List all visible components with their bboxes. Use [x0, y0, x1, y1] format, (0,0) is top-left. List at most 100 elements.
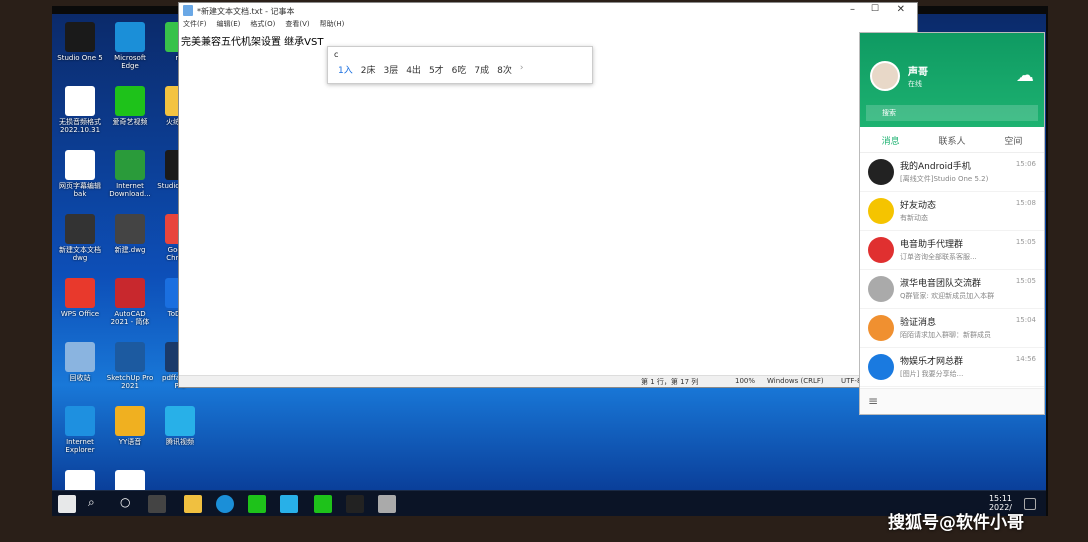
document-icon	[65, 150, 95, 180]
conversation-preview: 订单咨询全部联系客服...	[900, 253, 977, 261]
conversation-time: 15:05	[1015, 238, 1036, 246]
status-encoding: Windows (CRLF)	[767, 377, 824, 385]
edge-icon[interactable]	[216, 495, 234, 513]
qq-header: 声哥 在线 ☁ 搜索	[860, 33, 1044, 127]
desktop-icon[interactable]: 回收站	[56, 338, 104, 400]
qq-search-input[interactable]: 搜索	[866, 105, 1038, 121]
iqiyi-icon	[115, 86, 145, 116]
desktop-icon[interactable]: YY语音	[106, 402, 154, 464]
status-position: 第 1 行，第 17 列	[641, 378, 699, 386]
qq-conversation-item[interactable]: 淑华电音团队交流群 Q群管家: 欢迎新成员加入本群 15:05	[860, 270, 1044, 309]
conversation-preview: [离线文件]Studio One 5.2)	[900, 175, 989, 183]
sketchup-icon	[115, 342, 145, 372]
notification-icon[interactable]	[1024, 498, 1036, 510]
cortana-icon[interactable]: ○	[120, 495, 138, 513]
avatar[interactable]	[870, 61, 900, 91]
qq-window[interactable]: 声哥 在线 ☁ 搜索 消息 联系人 空间 我的Android手机 [离线文件]St…	[859, 32, 1045, 415]
tencent-video-icon	[165, 406, 195, 436]
ime-candidate[interactable]: 6吃	[452, 63, 467, 76]
ime-candidate[interactable]: 3层	[383, 63, 398, 76]
conversation-preview: 有新动态	[900, 214, 928, 222]
maximize-icon[interactable]: ☐	[871, 4, 879, 14]
ime-candidates: 1入 2床 3层 4出 5才 6吃 7成 8次 ›	[328, 63, 592, 76]
desktop-icon-label: Microsoft Edge	[114, 54, 146, 70]
dwg-icon[interactable]	[346, 495, 364, 513]
ime-input: c	[334, 50, 339, 59]
ime-candidate-window: c 1入 2床 3层 4出 5才 6吃 7成 8次 ›	[327, 46, 593, 84]
desktop-icon[interactable]: 网页字幕编辑 bak	[56, 146, 104, 208]
qq-conversation-item[interactable]: 电音助手代理群 订单咨询全部联系客服... 15:05	[860, 231, 1044, 270]
desktop-icon[interactable]: 无损音频格式 2022.10.31	[56, 82, 104, 144]
conversation-time: 14:56	[1015, 355, 1036, 363]
menu-file[interactable]: 文件(F)	[183, 19, 207, 31]
desktop-icon-label: Internet Explorer	[65, 438, 95, 454]
qq-username: 声哥	[908, 67, 928, 78]
desktop-icon-label: AutoCAD 2021 - 简体	[110, 310, 150, 326]
desktop-icon[interactable]: 工程图 Mod...	[106, 466, 154, 490]
conversation-preview: 陌陌请求加入群聊：新群成员	[900, 331, 991, 339]
conversation-time: 15:08	[1015, 199, 1036, 207]
conversation-time: 15:04	[1015, 316, 1036, 324]
desktop-icon[interactable]: 新版 Model (2).pdf	[56, 466, 104, 490]
desktop-icon[interactable]: SketchUp Pro 2021	[106, 338, 154, 400]
ime-candidate[interactable]: 7成	[474, 63, 489, 76]
notepad-icon[interactable]	[378, 495, 396, 513]
conversation-name: 验证消息	[900, 318, 937, 328]
desktop-icon[interactable]: Internet Download...	[106, 146, 154, 208]
notepad-titlebar[interactable]: *新建文本文档.txt - 记事本 – ☐ ✕	[179, 3, 917, 19]
qq-message-list: 我的Android手机 [离线文件]Studio One 5.2) 15:06 好友动…	[860, 153, 1044, 387]
conversation-time: 15:05	[1015, 277, 1036, 285]
chevron-right-icon[interactable]: ›	[520, 63, 524, 76]
minimize-icon[interactable]: –	[850, 4, 855, 15]
menu-help[interactable]: 帮助(H)	[320, 19, 345, 31]
desktop-icon[interactable]: AutoCAD 2021 - 简体	[106, 274, 154, 336]
desktop-icon-label: 网页字幕编辑 bak	[59, 182, 101, 198]
desktop-icon[interactable]: 新建文本文档 dwg	[56, 210, 104, 272]
desktop-icon-label: WPS Office	[60, 310, 100, 318]
iqiyi-icon[interactable]	[248, 495, 266, 513]
desktop-icon[interactable]: 腾讯视频	[156, 402, 204, 464]
clock-time: 15:11	[988, 494, 1012, 503]
desktop-icon-label: Studio One 5	[57, 54, 103, 62]
desktop-icon-label: 爱奇艺视频	[112, 118, 148, 126]
windows-start-icon[interactable]	[58, 495, 76, 513]
qq-status: 在线	[908, 80, 922, 88]
search-icon[interactable]: ⌕	[88, 495, 106, 513]
menu-format[interactable]: 格式(O)	[250, 19, 275, 31]
desktop-icon[interactable]: Internet Explorer	[56, 402, 104, 464]
tab-messages[interactable]: 消息	[860, 127, 921, 152]
qq-conversation-item[interactable]: 好友动态 有新动态 15:08	[860, 192, 1044, 231]
menu-view[interactable]: 查看(V)	[285, 19, 309, 31]
desktop-icon[interactable]: Microsoft Edge	[106, 18, 154, 80]
desktop-icon[interactable]: 爱奇艺视频	[106, 82, 154, 144]
desktop-icon[interactable]: Studio One 5	[56, 18, 104, 80]
ime-candidate[interactable]: 5才	[429, 63, 444, 76]
ime-candidate[interactable]: 2床	[361, 63, 376, 76]
tab-space[interactable]: 空间	[983, 127, 1044, 152]
notepad-statusbar: 第 1 行，第 17 列 100% Windows (CRLF) UTF-8	[179, 375, 917, 387]
ime-candidate[interactable]: 8次	[497, 63, 512, 76]
qq-bottom-toolbar: ≡	[860, 388, 1044, 414]
file-explorer-icon[interactable]	[184, 495, 202, 513]
qq-conversation-item[interactable]: 验证消息陌陌请求加入群聊：新群成员 15:04	[860, 309, 1044, 348]
conversation-avatar	[868, 315, 894, 341]
weather-icon[interactable]: ☁	[1016, 65, 1034, 86]
tencent-video-icon[interactable]	[280, 495, 298, 513]
document-icon	[65, 86, 95, 116]
desktop-icon-label: 回收站	[69, 374, 91, 382]
conversation-avatar	[868, 198, 894, 224]
desktop-icon[interactable]: WPS Office	[56, 274, 104, 336]
task-view-icon[interactable]	[148, 495, 166, 513]
qq-conversation-item[interactable]: 物娱乐才网总群 [图片] 我要分享给... 14:56	[860, 348, 1044, 387]
iqiyi-icon[interactable]	[314, 495, 332, 513]
menu-edit[interactable]: 编辑(E)	[217, 19, 241, 31]
menu-icon[interactable]: ≡	[868, 394, 878, 408]
ime-candidate[interactable]: 1入	[338, 63, 353, 76]
qq-conversation-item[interactable]: 我的Android手机 [离线文件]Studio One 5.2) 15:06	[860, 153, 1044, 192]
close-icon[interactable]: ✕	[897, 4, 905, 15]
conversation-avatar	[868, 276, 894, 302]
tab-contacts[interactable]: 联系人	[921, 127, 982, 152]
desktop-icon[interactable]: 新建.dwg	[106, 210, 154, 272]
pdf-file-icon	[65, 470, 95, 490]
ime-candidate[interactable]: 4出	[406, 63, 421, 76]
